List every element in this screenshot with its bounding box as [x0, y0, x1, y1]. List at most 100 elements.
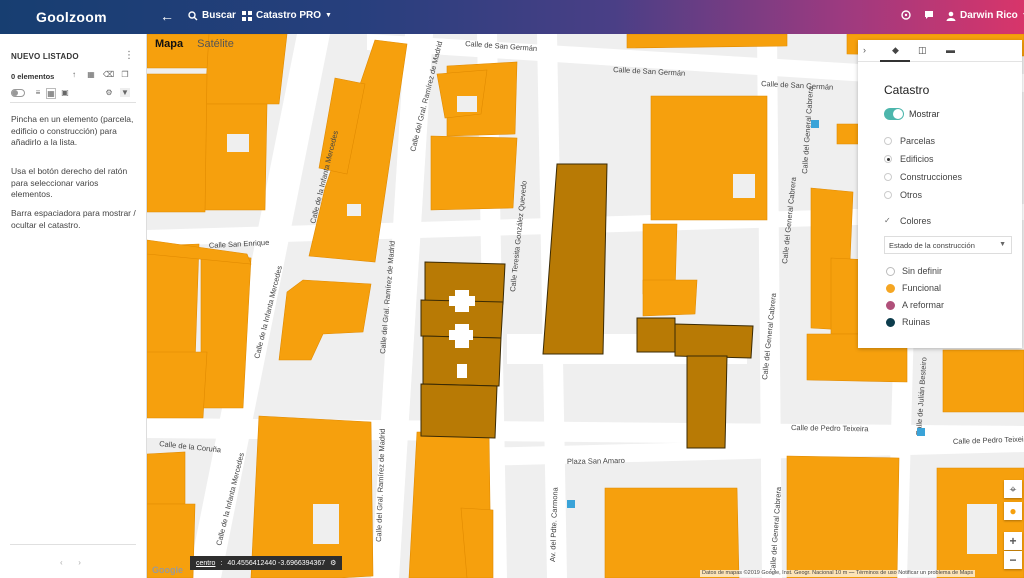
- colors-label: Colores: [900, 216, 932, 226]
- copy-icon[interactable]: ⚙: [330, 559, 336, 567]
- user-icon: [946, 11, 956, 21]
- check-icon[interactable]: ✓: [884, 217, 892, 225]
- coords-label: centro: [196, 559, 216, 567]
- caret-down-icon: ▼: [999, 241, 1006, 248]
- monitor-icon[interactable]: ◫: [918, 45, 927, 56]
- street-view-button[interactable]: ●: [1004, 502, 1022, 520]
- crosshair-icon: ⌖: [1009, 482, 1017, 496]
- street-label: Calle de Julián Besteiro: [914, 357, 928, 436]
- legend-item: Ruinas: [886, 317, 930, 327]
- legend-item: A reformar: [886, 300, 944, 310]
- legend-swatch: [886, 283, 895, 293]
- poi-icon: [811, 120, 819, 128]
- app-logo[interactable]: Goolzoom: [36, 9, 107, 25]
- construction-state-select[interactable]: Estado de la construcción ▼: [884, 236, 1012, 254]
- user-name: Darwin Rico: [960, 10, 1018, 21]
- card-icon[interactable]: ▬: [946, 45, 955, 55]
- legend-label: Funcional: [902, 283, 942, 293]
- active-tab-indicator: [880, 60, 910, 62]
- layer-option-parcelas[interactable]: Parcelas: [884, 136, 935, 146]
- legend-item: Funcional: [886, 283, 941, 293]
- radio-button[interactable]: [884, 137, 892, 145]
- messages-button[interactable]: [924, 10, 934, 20]
- more-vert-icon[interactable]: ⋮: [124, 50, 134, 61]
- grid-view-icon[interactable]: ▦: [46, 88, 56, 99]
- coords-value: 40.4556412440 -3.6966394367: [227, 559, 326, 567]
- help-text-add: Pincha en un elemento (parcela, edificio…: [11, 114, 134, 147]
- help-text-select: Usa el botón derecho del ratón para sele…: [11, 166, 128, 199]
- sort-icon[interactable]: ↑: [69, 70, 79, 79]
- center-coordinates[interactable]: centro: 40.4556412440 -3.6966394367 ⚙: [190, 556, 343, 570]
- radio-button[interactable]: [884, 173, 892, 181]
- layer-option-edificios[interactable]: Edificios: [884, 154, 934, 164]
- user-menu[interactable]: Darwin Rico ▼: [946, 10, 1024, 21]
- divider: [10, 102, 136, 103]
- legend-item: Sin definir: [886, 266, 942, 276]
- google-logo: Google: [152, 565, 183, 575]
- street-label: Calle de Pedro Teixeira: [791, 423, 869, 433]
- settings-icon[interactable]: ⚙: [104, 88, 114, 97]
- grid-icon: [242, 10, 252, 21]
- select-value: Estado de la construcción: [889, 241, 975, 250]
- search-button[interactable]: Buscar: [188, 10, 236, 21]
- back-button[interactable]: ←: [160, 8, 174, 24]
- pager[interactable]: ‹ ›: [60, 558, 81, 567]
- layer-option-otros[interactable]: Otros: [884, 190, 922, 200]
- top-bar: Goolzoom ← Buscar Catastro PRO ▼ Darwin …: [0, 0, 1024, 34]
- zoom-in-button[interactable]: +: [1004, 532, 1022, 550]
- catastro-panel: › ◆ ◫ ▬ Catastro Mostrar Parcelas Edific…: [858, 40, 1022, 348]
- legend-swatch: [886, 317, 895, 327]
- catastro-title: Catastro: [884, 83, 930, 97]
- list-visibility-toggle[interactable]: [11, 89, 25, 97]
- divider: [10, 544, 136, 545]
- layer-option-construcciones[interactable]: Construcciones: [884, 172, 962, 182]
- chevron-right-icon[interactable]: ›: [78, 558, 81, 567]
- caret-down-icon: ▼: [325, 12, 332, 19]
- street-label: Calle de la Coruña: [159, 439, 223, 455]
- delete-icon[interactable]: ⌫: [103, 70, 114, 79]
- catastro-pro-label: Catastro PRO: [256, 10, 322, 21]
- street-label: Plaza San Amaro: [567, 456, 625, 466]
- arrow-left-icon: ←: [160, 8, 174, 24]
- legend-swatch: [886, 300, 895, 310]
- search-label: Buscar: [202, 10, 236, 21]
- pegman-icon: ●: [1009, 504, 1017, 518]
- poi-icon: [567, 500, 575, 508]
- layer-label: Parcelas: [900, 136, 936, 146]
- map-type-switch[interactable]: Mapa Satélite: [155, 38, 234, 50]
- show-label: Mostrar: [909, 109, 940, 119]
- legend-label: Ruinas: [902, 317, 931, 327]
- map-type-satellite[interactable]: Satélite: [197, 38, 234, 50]
- map-type-map[interactable]: Mapa: [155, 38, 183, 50]
- radio-button[interactable]: [884, 191, 892, 199]
- show-catastro-toggle[interactable]: [884, 108, 904, 120]
- chevron-right-icon[interactable]: ›: [863, 45, 866, 55]
- layer-label: Edificios: [900, 154, 934, 164]
- layer-label: Otros: [900, 190, 923, 200]
- colors-checkbox[interactable]: ✓ Colores: [884, 216, 931, 226]
- street-label: Calle del General Cabrera: [800, 86, 815, 174]
- catastro-pro-menu[interactable]: Catastro PRO ▼: [242, 10, 332, 21]
- chevron-left-icon[interactable]: ‹: [60, 558, 63, 567]
- filter-icon[interactable]: ▼: [120, 88, 130, 97]
- list-count: 0 elementos: [11, 72, 55, 81]
- poi-icon: [917, 428, 925, 436]
- image-view-icon[interactable]: ▣: [60, 88, 70, 97]
- catastro-tabs: › ◆ ◫ ▬: [858, 40, 1022, 62]
- legend-swatch: [886, 266, 895, 276]
- legend-label: Sin definir: [902, 266, 943, 276]
- my-location-button[interactable]: ⌖: [1004, 480, 1022, 498]
- legend-label: A reformar: [902, 300, 945, 310]
- zoom-out-button[interactable]: −: [1004, 551, 1022, 569]
- list-panel: NUEVO LISTADO ⋮ 0 elementos ↑ ▦ ⌫ ❐ ≡ ▦ …: [0, 34, 147, 578]
- layers-icon[interactable]: ◆: [892, 45, 899, 56]
- copy-icon[interactable]: ❐: [120, 70, 130, 79]
- help-button[interactable]: [901, 10, 911, 20]
- list-view-icon[interactable]: ≡: [33, 88, 43, 97]
- radio-button-selected[interactable]: [884, 155, 892, 163]
- table-icon[interactable]: ▦: [86, 70, 96, 79]
- search-icon: [188, 10, 198, 20]
- map-attribution[interactable]: Datos de mapas ©2019 Google, Inst. Geogr…: [700, 570, 976, 577]
- list-title: NUEVO LISTADO: [11, 52, 79, 61]
- chat-icon: [925, 11, 933, 19]
